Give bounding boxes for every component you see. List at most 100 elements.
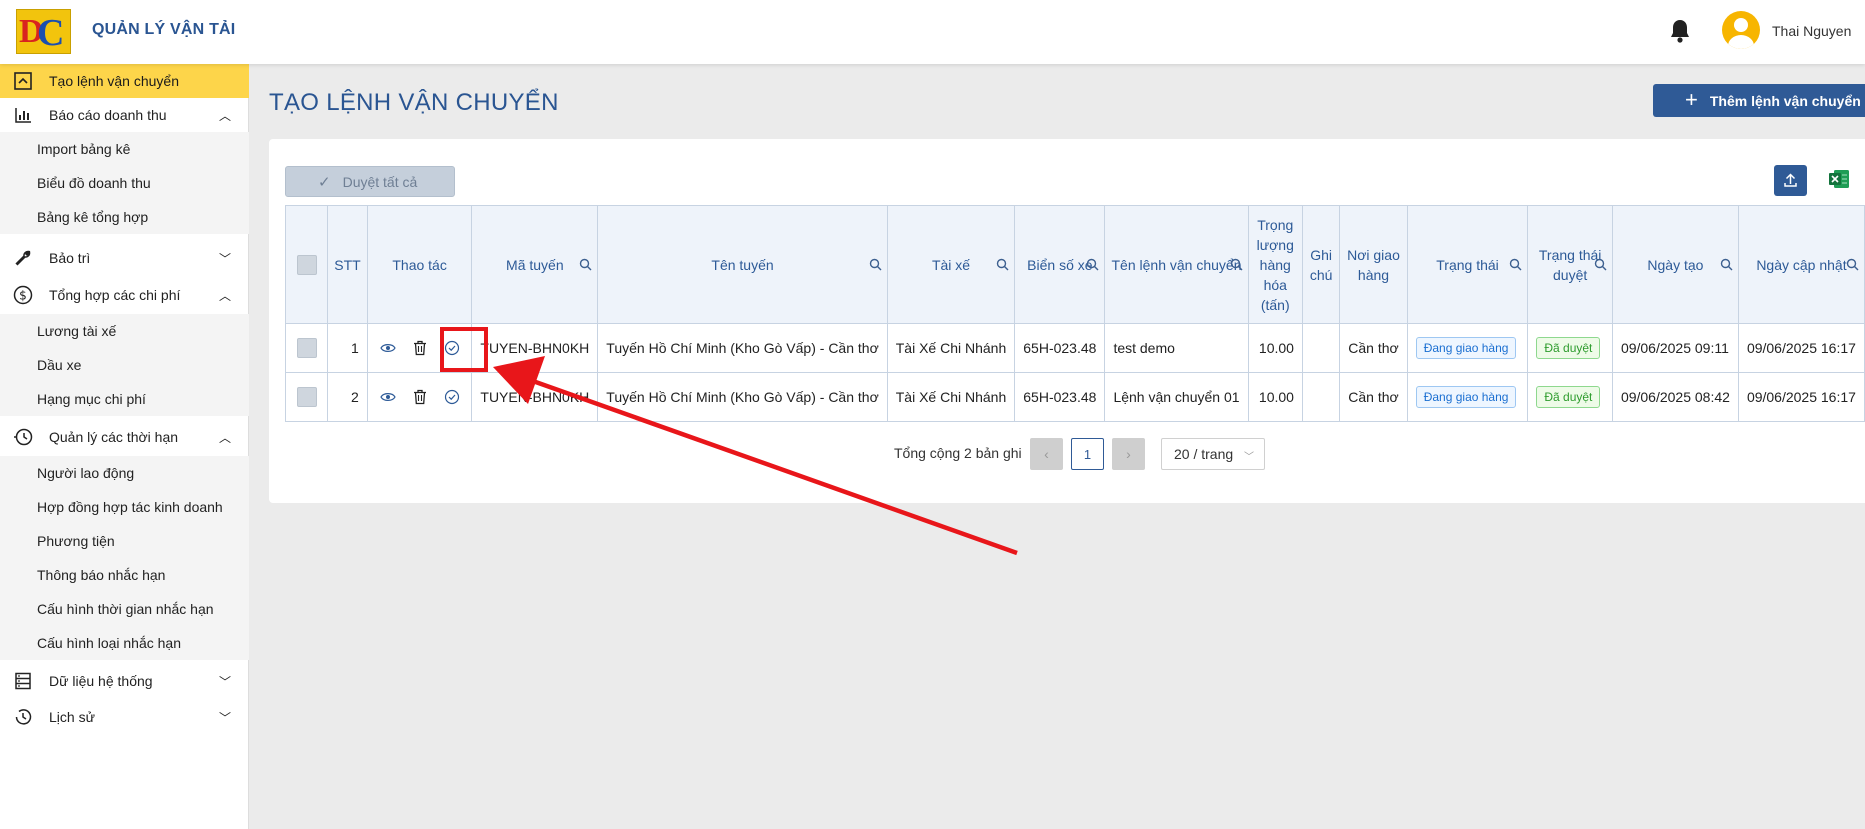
cell-ngay-cap-nhat: 09/06/2025 16:17	[1737, 323, 1865, 373]
sidebar-subitem-hop-dong[interactable]: Hợp đồng hợp tác kinh doanh	[0, 490, 249, 524]
next-page-button[interactable]: ›	[1112, 438, 1145, 470]
sidebar-subitem-bang-ke-tong-hop[interactable]: Bảng kê tổng hợp	[0, 200, 249, 234]
sidebar-item-du-lieu-he-thong[interactable]: Dữ liệu hệ thống ﹀	[0, 664, 249, 698]
col-ngay-tao[interactable]: Ngày tạo	[1611, 205, 1739, 324]
sidebar-subitem-hang-muc-chi-phi[interactable]: Hạng mục chi phí	[0, 382, 249, 416]
sidebar-item-lich-su[interactable]: Lịch sử ﹀	[0, 700, 249, 734]
delete-trash-icon[interactable]	[411, 388, 429, 406]
row-checkbox[interactable]	[296, 338, 317, 358]
cell-ghi-chu	[1301, 323, 1341, 373]
search-icon[interactable]	[869, 258, 882, 271]
view-eye-icon[interactable]	[379, 388, 397, 406]
table-row: 1 TUYEN-BHN0KH Tuyến Hồ Chí Minh (Kho Gò…	[284, 323, 1865, 373]
search-icon[interactable]	[996, 258, 1009, 271]
sidebar-item-quan-ly-thoi-han[interactable]: Quản lý các thời hạn ︿	[0, 420, 249, 454]
sidebar-item-tong-hop-chi-phi[interactable]: $ Tổng hợp các chi phí ︿	[0, 278, 249, 312]
plus-icon: +	[1685, 86, 1698, 112]
col-ngay-cap-nhat[interactable]: Ngày cập nhật	[1737, 205, 1865, 324]
search-icon[interactable]	[1230, 258, 1243, 271]
sidebar-item-label: Người lao động	[37, 465, 135, 481]
approve-check-circle-icon[interactable]	[443, 388, 461, 406]
sidebar-item-label: Biểu đồ doanh thu	[37, 175, 151, 191]
cell-trang-thai-duyet: Đã duyệt	[1527, 372, 1613, 422]
col-label: Biển số xe	[1027, 256, 1093, 273]
sidebar-item-label: Cấu hình loại nhắc hạn	[37, 635, 181, 651]
cell-ten-tuyen: Tuyến Hồ Chí Minh (Kho Gò Vấp) - Cần thơ	[597, 372, 888, 422]
cell-ghi-chu	[1301, 372, 1341, 422]
col-trang-thai-duyet[interactable]: Trạng thái duyệt	[1527, 205, 1613, 324]
wrench-icon	[13, 248, 33, 268]
database-icon	[13, 671, 33, 691]
select-all-checkbox[interactable]	[296, 255, 317, 276]
search-icon[interactable]	[1594, 258, 1607, 271]
sidebar-item-label: Lương tài xế	[37, 323, 117, 339]
chevron-right-icon: ›	[1126, 446, 1131, 462]
clock-history-icon	[13, 427, 33, 447]
col-ghi-chu: Ghi chú	[1301, 205, 1341, 324]
delete-trash-icon[interactable]	[411, 339, 429, 357]
view-eye-icon[interactable]	[379, 339, 397, 357]
user-avatar[interactable]	[1722, 11, 1760, 49]
bell-icon[interactable]	[1668, 18, 1692, 44]
col-label: Mã tuyến	[506, 256, 564, 273]
row-checkbox[interactable]	[296, 387, 317, 407]
sidebar-subitem-luong-tai-xe[interactable]: Lương tài xế	[0, 314, 249, 348]
col-tai-xe[interactable]: Tài xế	[886, 205, 1016, 324]
col-bien-so-xe[interactable]: Biển số xe	[1014, 205, 1106, 324]
upload-icon	[1784, 173, 1797, 187]
sidebar-subitem-cau-hinh-loai[interactable]: Cấu hình loại nhắc hạn	[0, 626, 249, 660]
col-label: Ngày tạo	[1647, 256, 1704, 273]
col-trang-thai[interactable]: Trạng thái	[1406, 205, 1529, 324]
upload-button[interactable]	[1774, 165, 1807, 196]
add-transport-order-button[interactable]: + Thêm lệnh vận chuyển	[1653, 84, 1865, 117]
chevron-up-icon: ︿	[218, 108, 231, 123]
excel-icon[interactable]	[1828, 168, 1850, 190]
chevron-down-icon: ﹀	[218, 251, 231, 266]
cell-trang-thai-duyet: Đã duyệt	[1527, 323, 1613, 373]
cell-ten-lenh: Lệnh vận chuyển 01	[1104, 372, 1249, 422]
col-ten-lenh[interactable]: Tên lệnh vận chuyển	[1104, 205, 1249, 324]
sidebar-subitem-phuong-tien[interactable]: Phương tiện	[0, 524, 249, 558]
col-ten-tuyen[interactable]: Tên tuyến	[597, 205, 888, 324]
page-number-button[interactable]: 1	[1071, 438, 1104, 470]
sidebar-subitem-nguoi-lao-dong[interactable]: Người lao động	[0, 456, 249, 490]
sidebar-subitem-cau-hinh-thoi-gian[interactable]: Cấu hình thời gian nhắc hạn	[0, 592, 249, 626]
search-icon[interactable]	[1086, 258, 1099, 271]
sidebar-subitem-import-bang-ke[interactable]: Import bảng kê	[0, 132, 249, 166]
company-logo[interactable]: DC	[16, 9, 71, 54]
col-label: Tài xế	[931, 256, 971, 273]
sidebar-item-bao-cao-doanh-thu[interactable]: Báo cáo doanh thu ︿	[0, 98, 249, 132]
cell-ma-tuyen: TUYEN-BHN0KH	[471, 372, 599, 422]
svg-text:$: $	[19, 289, 27, 303]
table-header-row: STT Thao tác Mã tuyến Tên tuyến Tài xế B…	[284, 205, 1865, 324]
sidebar: Tạo lệnh vận chuyển Báo cáo doanh thu ︿ …	[0, 64, 249, 829]
col-thao-tac: Thao tác	[366, 205, 473, 324]
sidebar-item-bao-tri[interactable]: Bảo trì ﹀	[0, 241, 249, 275]
col-ma-tuyen[interactable]: Mã tuyến	[471, 205, 599, 324]
cell-bien-so: 65H-023.48	[1014, 372, 1106, 422]
cell-trang-thai: Đang giao hàng	[1406, 323, 1529, 373]
sidebar-item-label: Thông báo nhắc hạn	[37, 567, 166, 583]
search-icon[interactable]	[1509, 258, 1522, 271]
sidebar-item-tao-lenh-van-chuyen[interactable]: Tạo lệnh vận chuyển	[0, 64, 249, 98]
search-icon[interactable]	[1846, 258, 1859, 271]
chevron-up-square-icon	[13, 71, 33, 91]
search-icon[interactable]	[1720, 258, 1733, 271]
chevron-down-icon: ﹀	[218, 674, 231, 689]
sidebar-item-label: Phương tiện	[37, 533, 115, 549]
history-icon	[13, 707, 33, 727]
approve-all-button[interactable]: ✓ Duyệt tất cả	[285, 166, 455, 197]
cell-tai-xe: Tài Xế Chi Nhánh	[886, 372, 1016, 422]
cell-trong-luong: 10.00	[1247, 372, 1303, 422]
sidebar-subitem-dau-xe[interactable]: Dầu xe	[0, 348, 249, 382]
sidebar-subitem-bieu-do-doanh-thu[interactable]: Biểu đồ doanh thu	[0, 166, 249, 200]
col-trong-luong: Trọng lượng hàng hóa (tấn)	[1247, 205, 1303, 324]
sidebar-subitem-thong-bao-nhac-han[interactable]: Thông báo nhắc hạn	[0, 558, 249, 592]
user-name[interactable]: Thai Nguyen	[1772, 23, 1851, 39]
cell-noi-giao: Cần thơ	[1339, 372, 1408, 422]
prev-page-button[interactable]: ‹	[1030, 438, 1063, 470]
app-header: DC QUẢN LÝ VẬN TẢI Thai Nguyen	[0, 0, 1865, 64]
bar-chart-icon	[13, 105, 33, 125]
search-icon[interactable]	[579, 258, 592, 271]
page-size-select[interactable]: 20 / trang ﹀	[1161, 438, 1265, 470]
